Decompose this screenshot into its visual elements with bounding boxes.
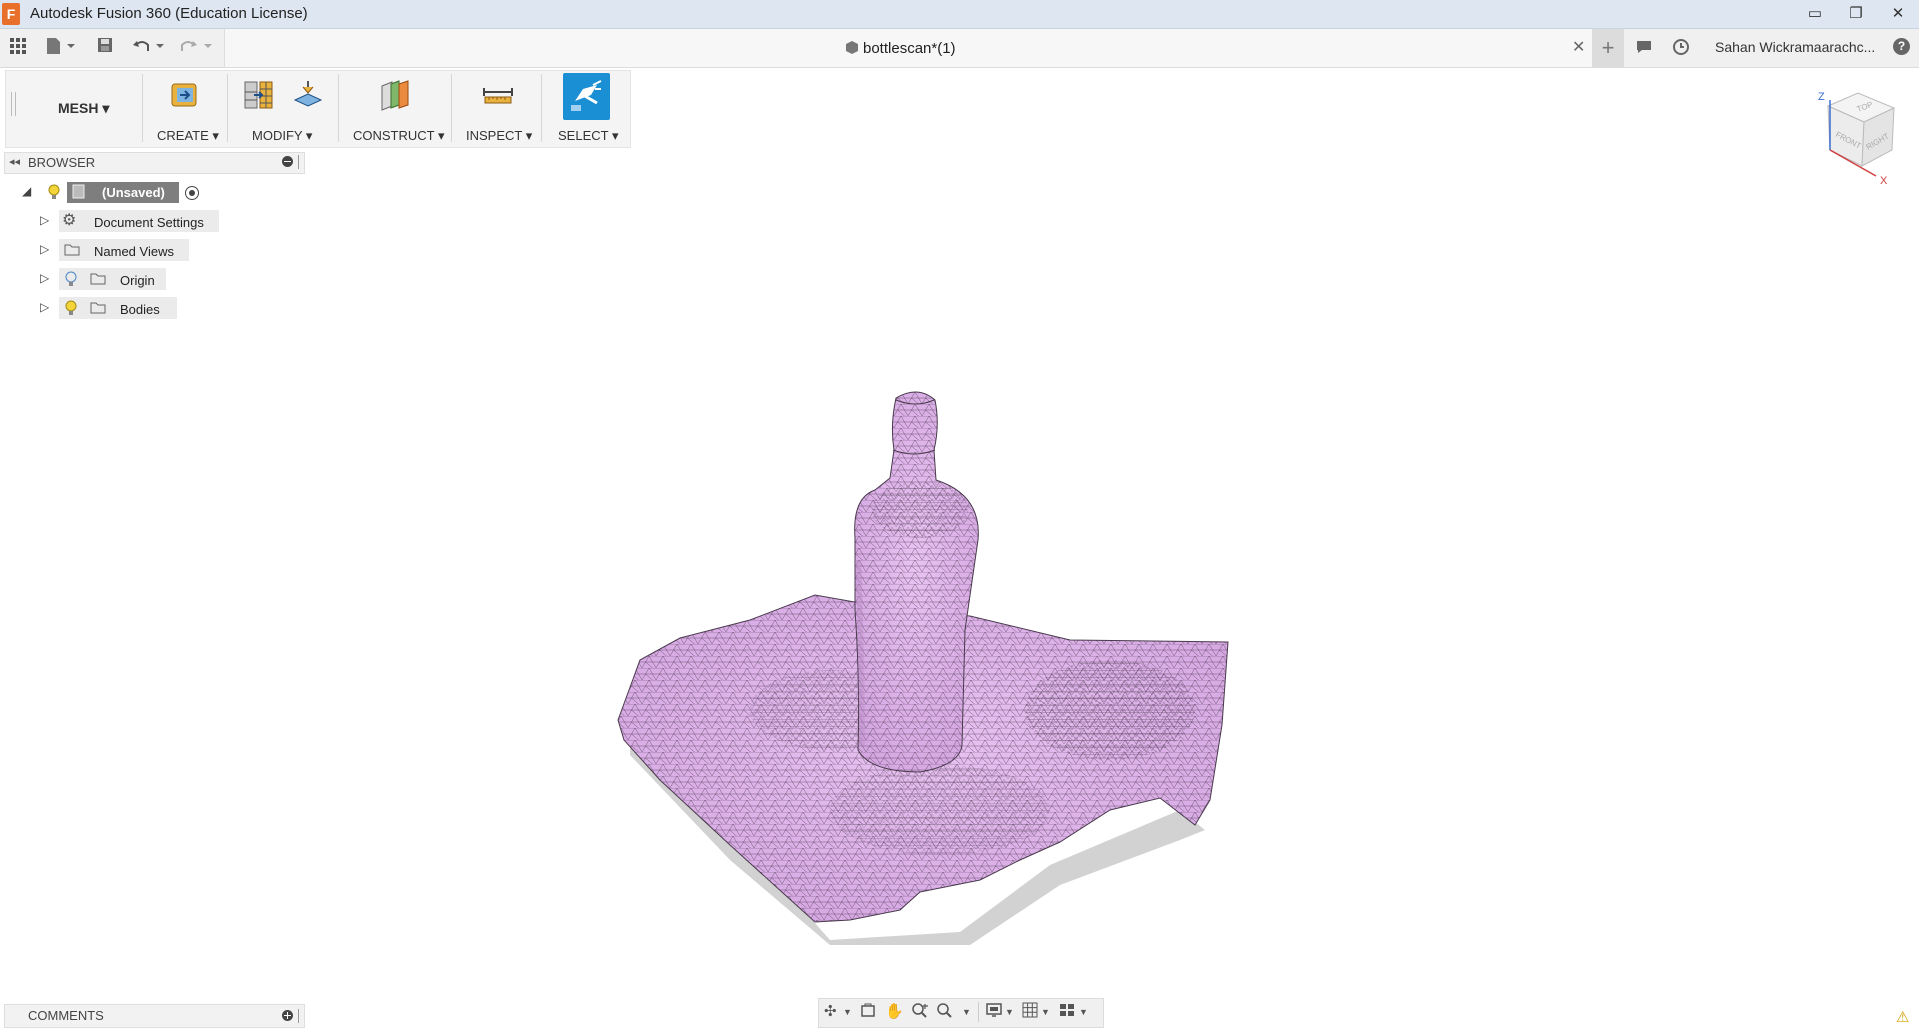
- fit-icon[interactable]: [936, 1002, 954, 1022]
- expand-icon[interactable]: ▷: [40, 271, 49, 285]
- save-icon[interactable]: [97, 37, 113, 58]
- toolbar-separator: [541, 74, 542, 142]
- component-icon: [71, 184, 87, 205]
- grid-dropdown-icon[interactable]: ▼: [1041, 1007, 1050, 1017]
- folder-icon: [90, 272, 106, 290]
- tree-collapse-icon[interactable]: ◢: [22, 184, 31, 198]
- tree-item-label: Named Views: [94, 244, 174, 259]
- data-panel-grid-icon[interactable]: [10, 38, 26, 59]
- create-mesh-icon[interactable]: [168, 78, 202, 112]
- notifications-icon[interactable]: [1636, 39, 1652, 60]
- warning-icon[interactable]: ⚠: [1896, 1008, 1909, 1026]
- viewports-dropdown-icon[interactable]: ▼: [1079, 1007, 1088, 1017]
- viewports-icon[interactable]: [1059, 1002, 1075, 1022]
- root-component-label: (Unsaved): [102, 185, 165, 200]
- toolbar-separator: [451, 74, 452, 142]
- tree-item-label: Document Settings: [94, 215, 204, 230]
- expand-icon[interactable]: ▷: [40, 300, 49, 314]
- tree-item-label: Origin: [120, 273, 155, 288]
- select-menu[interactable]: SELECT ▾: [558, 128, 618, 144]
- document-tab-label: bottlescan*(1): [863, 40, 956, 57]
- minimize-button[interactable]: ▭: [1797, 2, 1833, 26]
- modify-menu[interactable]: MODIFY ▾: [252, 128, 312, 144]
- job-status-icon[interactable]: [1673, 39, 1689, 60]
- gear-icon: ⚙: [62, 212, 77, 229]
- tree-item-label: Bodies: [120, 302, 160, 317]
- expand-icon[interactable]: ▷: [40, 213, 49, 227]
- look-at-icon[interactable]: [860, 1002, 876, 1022]
- select-tool-icon[interactable]: [563, 73, 610, 120]
- grid-snaps-icon[interactable]: [1022, 1002, 1038, 1022]
- undo-icon[interactable]: [132, 37, 168, 60]
- offset-plane-icon[interactable]: [378, 78, 412, 112]
- reduce-mesh-icon[interactable]: [291, 78, 325, 112]
- mesh-body-bottlescan[interactable]: [600, 380, 1240, 950]
- toolbar-separator: [227, 74, 228, 142]
- x-axis-label: X: [1880, 175, 1888, 187]
- close-window-button[interactable]: ✕: [1880, 2, 1916, 26]
- zoom-dropdown-icon[interactable]: ▼: [962, 1007, 971, 1017]
- visibility-bulb-icon[interactable]: [48, 184, 60, 205]
- document-tab-close-button[interactable]: ✕: [1572, 37, 1585, 57]
- user-account-menu[interactable]: Sahan Wickramaarachc...: [1715, 39, 1875, 55]
- navbar-separator: [978, 1002, 979, 1022]
- measure-icon[interactable]: [481, 78, 515, 112]
- folder-icon: [64, 243, 80, 261]
- view-cube[interactable]: TOP FRONT RIGHT Z X: [1808, 88, 1908, 188]
- help-icon[interactable]: ?: [1893, 38, 1910, 55]
- toolbar-separator: [338, 74, 339, 142]
- window-title: Autodesk Fusion 360 (Education License): [30, 5, 308, 22]
- display-settings-icon[interactable]: [986, 1002, 1002, 1022]
- activate-radio-icon[interactable]: [185, 186, 199, 200]
- inspect-menu[interactable]: INSPECT ▾: [466, 128, 532, 144]
- comments-pin-icon[interactable]: [298, 1009, 301, 1023]
- pan-hand-icon[interactable]: ✋: [885, 1002, 904, 1020]
- remesh-icon[interactable]: [242, 78, 276, 112]
- workspace-switcher[interactable]: MESH ▾: [58, 100, 109, 117]
- comments-add-icon[interactable]: [282, 1010, 293, 1021]
- z-axis-label: Z: [1818, 91, 1825, 103]
- redo-icon[interactable]: [180, 37, 216, 60]
- toolbar-grip[interactable]: [11, 92, 16, 116]
- new-tab-button[interactable]: +: [1592, 29, 1624, 67]
- zoom-icon[interactable]: [911, 1002, 929, 1022]
- comments-title: COMMENTS: [28, 1008, 104, 1023]
- toolbar-separator: [142, 74, 143, 142]
- folder-icon: [90, 301, 106, 319]
- browser-pin-icon[interactable]: [298, 155, 301, 169]
- collapse-browser-icon[interactable]: ◂◂: [9, 155, 20, 168]
- restore-button[interactable]: ❐: [1838, 2, 1874, 26]
- fusion-app-icon: F: [2, 3, 20, 25]
- document-tab-icon: [845, 40, 859, 59]
- create-menu[interactable]: CREATE ▾: [157, 128, 219, 144]
- visibility-bulb-off-icon[interactable]: [65, 271, 77, 292]
- expand-icon[interactable]: ▷: [40, 242, 49, 256]
- display-settings-dropdown-icon[interactable]: ▼: [1005, 1007, 1014, 1017]
- construct-menu[interactable]: CONSTRUCT ▾: [353, 128, 445, 144]
- browser-title: BROWSER: [28, 155, 96, 170]
- browser-minimize-icon[interactable]: [282, 156, 293, 167]
- orbit-dropdown-icon[interactable]: ▼: [843, 1007, 852, 1017]
- orbit-icon[interactable]: ✣: [824, 1002, 837, 1020]
- visibility-bulb-icon[interactable]: [65, 300, 77, 321]
- file-menu-icon[interactable]: [45, 37, 77, 60]
